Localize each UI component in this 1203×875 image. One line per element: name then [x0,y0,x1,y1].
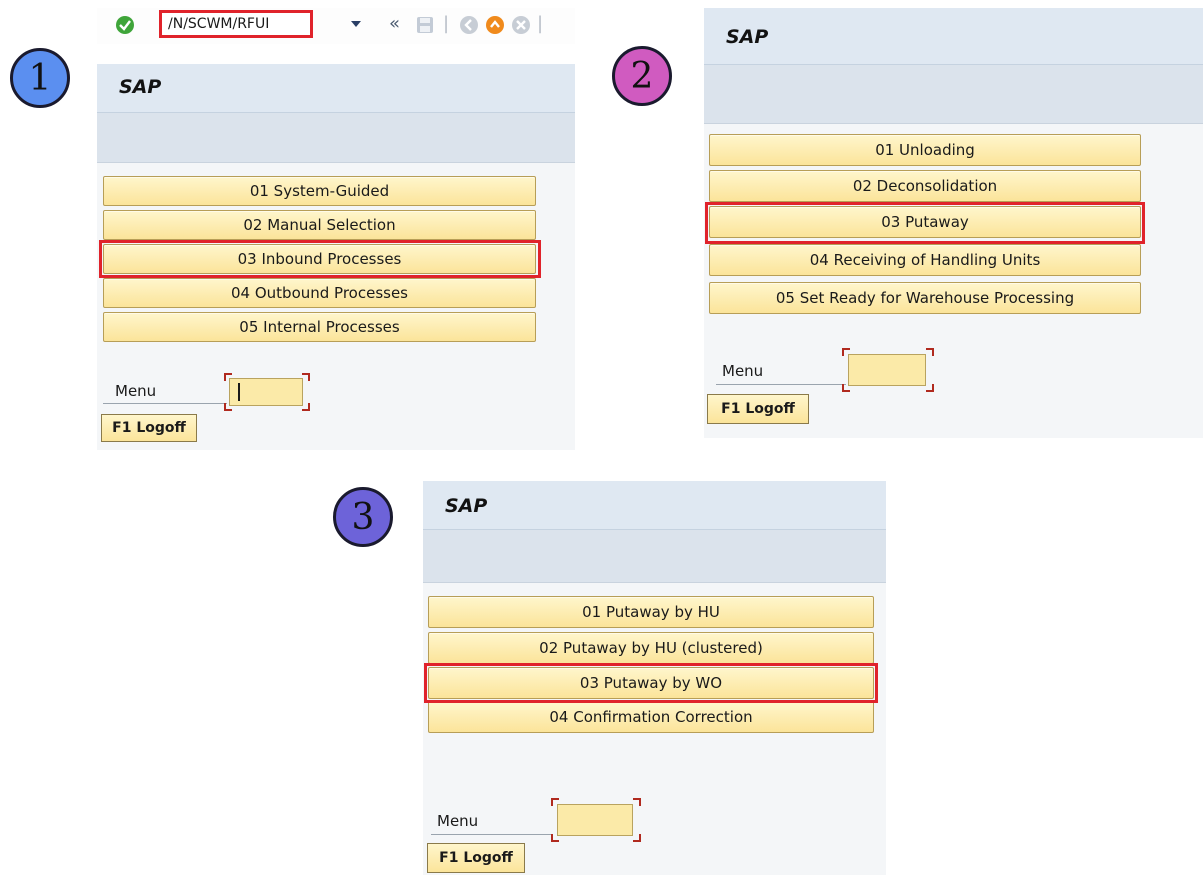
sap-title: SAP [119,76,162,98]
corner-mark [926,384,934,392]
menu-button-02[interactable]: 02 Deconsolidation [709,170,1141,202]
logoff-button[interactable]: F1 Logoff [101,414,197,442]
sap-title: SAP [445,495,488,517]
dropdown-icon[interactable] [349,16,363,36]
menu-button-04[interactable]: 04 Outbound Processes [103,278,536,308]
corner-mark [302,373,310,381]
menu-button-04[interactable]: 04 Confirmation Correction [428,701,874,733]
sap-subheader [704,65,1203,124]
corner-mark [551,834,559,842]
text-cursor [238,383,240,401]
corner-mark [842,384,850,392]
menu-underline [431,834,553,835]
menu-input[interactable] [848,354,926,386]
menu-label: Menu [115,382,157,400]
menu-button-02[interactable]: 02 Putaway by HU (clustered) [428,632,874,664]
menu-button-02[interactable]: 02 Manual Selection [103,210,536,240]
corner-mark [926,348,934,356]
back-double-icon[interactable]: « [389,14,400,34]
menu-button-05[interactable]: 05 Internal Processes [103,312,536,342]
logoff-button[interactable]: F1 Logoff [427,843,525,873]
corner-mark [842,348,850,356]
step-badge-3: 3 [333,487,393,547]
sap-title-bar: SAP [423,481,886,530]
highlight-box [424,663,878,703]
sap-title: SAP [726,26,769,48]
panel-2: SAP 01 Unloading 02 Deconsolidation 03 P… [704,8,1203,438]
highlight-box [99,240,541,278]
corner-mark [224,403,232,411]
menu-button-05[interactable]: 05 Set Ready for Warehouse Processing [709,282,1141,314]
panel-3: SAP 01 Putaway by HU 02 Putaway by HU (c… [423,481,886,875]
highlight-box [705,202,1145,244]
sap-toolbar: /N/SCWM/RFUI « | | [97,8,575,44]
step-badge-1: 1 [10,48,70,108]
panel-1: SAP 01 System-Guided 02 Manual Selection… [97,64,575,450]
menu-label: Menu [722,362,764,380]
sap-title-bar: SAP [97,64,575,113]
separator-icon: | [443,13,450,34]
sap-title-bar: SAP [704,8,1203,65]
sap-subheader [423,530,886,583]
menu-input[interactable] [229,378,303,406]
menu-underline [103,403,227,404]
cancel-icon[interactable] [511,15,531,40]
logoff-button[interactable]: F1 Logoff [707,394,809,424]
sap-subheader [97,113,575,163]
corner-mark [302,403,310,411]
menu-button-01[interactable]: 01 Putaway by HU [428,596,874,628]
menu-underline [716,384,846,385]
save-icon[interactable] [415,15,435,40]
corner-mark [224,373,232,381]
command-field[interactable]: /N/SCWM/RFUI [159,10,313,38]
check-icon[interactable] [115,15,135,40]
menu-label: Menu [437,812,479,830]
corner-mark [633,834,641,842]
back-icon[interactable] [459,15,479,40]
menu-button-04[interactable]: 04 Receiving of Handling Units [709,244,1141,276]
step-badge-2: 2 [612,46,672,106]
separator-icon: | [537,13,544,34]
corner-mark [633,798,641,806]
menu-button-01[interactable]: 01 Unloading [709,134,1141,166]
menu-input[interactable] [557,804,633,836]
corner-mark [551,798,559,806]
menu-button-01[interactable]: 01 System-Guided [103,176,536,206]
exit-icon[interactable] [485,15,505,40]
